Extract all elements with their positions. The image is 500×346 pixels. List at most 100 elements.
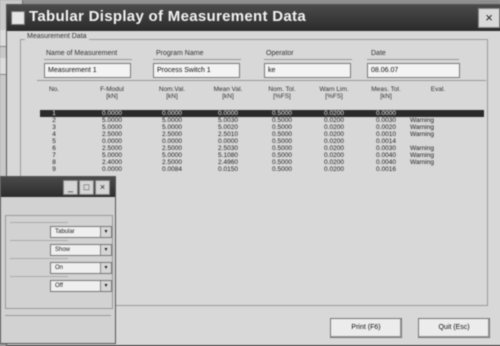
column-header[interactable]: F-Modul [kN] xyxy=(88,86,136,100)
table-row[interactable]: 3 5.0000 5.0000 5.0020 0.5000 0.0200 0.0020 War… xyxy=(40,124,484,131)
table-cell: 5 xyxy=(52,138,56,145)
table-cell: 0.0010 xyxy=(376,131,396,138)
table-row[interactable]: 6 2.5000 2.5000 2.5030 0.5000 0.0200 0.0030 War… xyxy=(40,145,484,152)
settings-title-bar[interactable]: _ □ × xyxy=(1,177,115,197)
on-value: On xyxy=(55,265,64,271)
table-cell: 8 xyxy=(52,159,56,166)
column-name: Mean Val. xyxy=(213,86,243,93)
table-cell: 7 xyxy=(52,152,56,159)
table-cell: 0.5000 xyxy=(272,131,292,138)
column-name: F-Modul xyxy=(100,86,124,93)
chevron-down-icon[interactable]: ▾ xyxy=(100,245,111,255)
column-header[interactable]: Mean Val. [kN] xyxy=(204,86,252,100)
table-cell: 9 xyxy=(52,166,56,173)
print-button[interactable]: Print (F6) xyxy=(330,318,402,338)
quit-button[interactable]: Quit (Esc) xyxy=(418,318,490,338)
table-header: No. F-Modul [kN] Nom.Val. [kN] Mean Val. [kN] N… xyxy=(40,82,484,110)
table-cell: 2.4000 xyxy=(102,159,122,166)
table-cell: 2.4960 xyxy=(218,159,238,166)
table-cell: 0.0030 xyxy=(376,145,396,152)
column-header[interactable]: Eval. xyxy=(410,86,466,93)
table-cell: 2.5000 xyxy=(162,145,182,152)
table-cell: 0.5000 xyxy=(272,166,292,173)
divider xyxy=(10,258,68,259)
table-cell: 0.5000 xyxy=(272,110,292,117)
table-cell: 0.0016 xyxy=(376,166,396,173)
display-mode-select[interactable]: Tabular ▾ xyxy=(50,226,112,238)
table-cell: 0.0200 xyxy=(324,145,344,152)
table-cell: 2.5000 xyxy=(162,131,182,138)
column-header[interactable]: Nom.Val. [kN] xyxy=(148,86,196,100)
table-cell: 0.0000 xyxy=(102,166,122,173)
settings-panel: Tabular ▾ Show ▾ On ▾ Off ▾ xyxy=(5,215,113,309)
chevron-down-icon[interactable]: ▾ xyxy=(100,227,111,237)
measurement-name-field[interactable]: Measurement 1 xyxy=(44,63,131,78)
column-name: Eval. xyxy=(430,86,446,93)
app-icon xyxy=(11,11,25,25)
column-header[interactable]: Meas. Tol. [kN] xyxy=(362,86,410,100)
column-header[interactable]: No. xyxy=(40,86,68,93)
table-row[interactable]: 2 5.0000 5.0000 5.0030 0.5000 0.0200 0.0030 War… xyxy=(40,117,484,124)
close-icon[interactable]: × xyxy=(95,180,110,195)
off-value: Off xyxy=(55,283,63,289)
chevron-down-icon[interactable]: ▾ xyxy=(100,281,111,291)
table-cell: 0.0000 xyxy=(218,138,238,145)
table-row[interactable]: 7 5.0000 5.0000 5.1080 0.5000 0.0200 0.0040 War… xyxy=(40,152,484,159)
program-name-label: Program Name xyxy=(156,50,204,57)
divider xyxy=(367,59,459,60)
column-name: Nom. Tol. xyxy=(268,86,296,93)
column-unit: [kN] xyxy=(166,93,178,100)
table-row[interactable]: 8 2.4000 2.5000 2.4960 0.5000 0.0200 0.0040 War… xyxy=(40,159,484,166)
table-cell: 6 xyxy=(52,145,56,152)
table-cell: 5.0000 xyxy=(102,124,122,131)
table-cell: Warning xyxy=(410,131,434,138)
close-button[interactable]: × xyxy=(478,8,500,28)
display-mode-value: Tabular xyxy=(55,229,75,235)
column-name: Nom.Val. xyxy=(158,86,186,93)
column-unit: [kN] xyxy=(106,93,118,100)
table-cell: 2.5010 xyxy=(218,131,238,138)
table-cell: 4 xyxy=(52,131,56,138)
column-header[interactable]: Warn Lim. [%FS] xyxy=(310,86,358,100)
table-row[interactable]: 4 2.5000 2.5000 2.5010 0.5000 0.0200 0.0010 War… xyxy=(40,131,484,138)
window-title: Tabular Display of Measurement Data xyxy=(29,8,306,25)
table-cell: 0.0030 xyxy=(376,117,396,124)
chevron-down-icon[interactable]: ▾ xyxy=(100,263,111,273)
table-cell: 0.5000 xyxy=(272,124,292,131)
column-unit: [kN] xyxy=(380,93,392,100)
table-cell: 5.0020 xyxy=(218,124,238,131)
measurement-name-label: Name of Measurement xyxy=(46,50,118,57)
on-select[interactable]: On ▾ xyxy=(50,262,112,274)
title-bar[interactable]: Tabular Display of Measurement Data × xyxy=(7,5,500,31)
table-row[interactable]: 5 0.0000 0.0000 0.0000 0.5000 0.0200 0.0014 xyxy=(40,138,484,145)
group-label: Measurement Data xyxy=(25,33,89,40)
program-name-field[interactable]: Process Switch 1 xyxy=(153,63,240,78)
table-cell: 2.5030 xyxy=(218,145,238,152)
maximize-icon[interactable]: □ xyxy=(79,180,94,195)
table-cell: 0.5000 xyxy=(272,117,292,124)
divider xyxy=(264,59,352,60)
column-header[interactable]: Nom. Tol. [%FS] xyxy=(258,86,306,100)
operator-field[interactable]: ke xyxy=(264,63,351,78)
table-cell: 0.0014 xyxy=(376,138,396,145)
table-cell: 0.0000 xyxy=(162,110,182,117)
table-cell: 5.0030 xyxy=(218,117,238,124)
table-cell: 0.0040 xyxy=(376,152,396,159)
date-field[interactable]: 08.06.07 xyxy=(367,63,460,78)
show-select[interactable]: Show ▾ xyxy=(50,244,112,256)
table-row[interactable]: 9 0.0000 0.0084 0.0150 0.5000 0.0200 0.0016 xyxy=(40,166,484,173)
table-cell: Warning xyxy=(410,124,434,131)
divider xyxy=(153,59,241,60)
table-cell: 0.5000 xyxy=(272,159,292,166)
minimize-icon[interactable]: _ xyxy=(63,180,78,195)
table-cell: 5.0000 xyxy=(102,152,122,159)
table-cell: 5.0000 xyxy=(162,117,182,124)
table-cell: Warning xyxy=(410,159,434,166)
table-cell: 0.0020 xyxy=(376,124,396,131)
table-row[interactable]: 1 0.0000 0.0000 0.0000 0.5000 0.0200 0.0000 xyxy=(40,110,484,117)
column-unit: [kN] xyxy=(222,93,234,100)
divider xyxy=(10,240,68,241)
table-cell: 5.0000 xyxy=(162,152,182,159)
off-select[interactable]: Off ▾ xyxy=(50,280,112,292)
table-cell: 5.0000 xyxy=(162,124,182,131)
